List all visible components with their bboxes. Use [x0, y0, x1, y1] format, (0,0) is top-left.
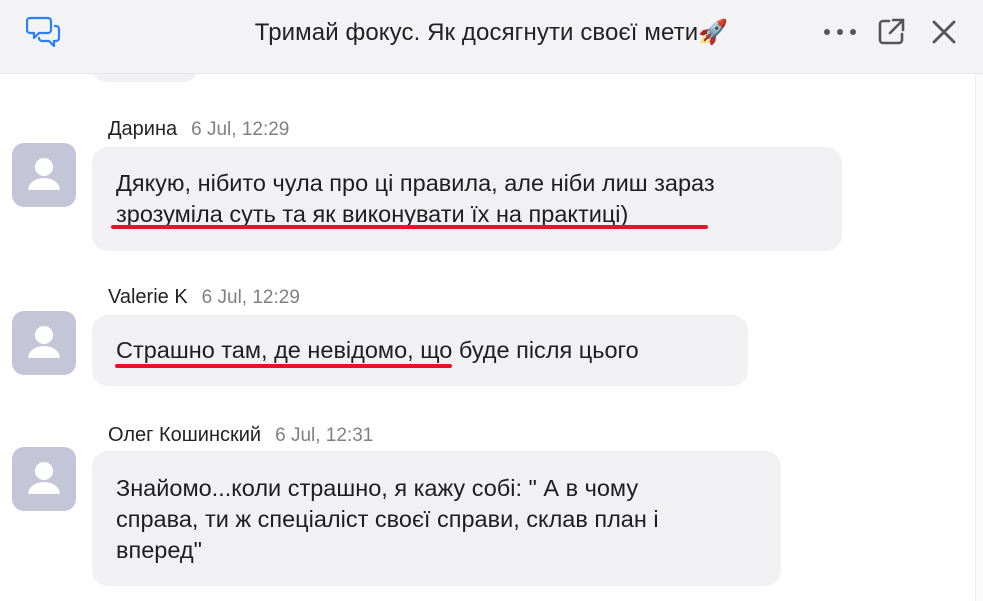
message-text-line: Дякую, нібито чула про ці правила, але н… [116, 170, 715, 196]
message-author: Valerie K [108, 286, 188, 308]
chat-title-text: Тримай фокус. Як досягнути своєї мети [254, 19, 699, 46]
message-time: 6 Jul, 12:31 [275, 425, 374, 446]
previous-message-bubble [92, 74, 198, 82]
message-author: Дарина [108, 118, 178, 140]
scrollbar[interactable] [975, 74, 983, 601]
more-icon[interactable] [822, 22, 858, 42]
message-time: 6 Jul, 12:29 [191, 119, 290, 140]
close-icon[interactable] [928, 16, 960, 48]
user-icon [28, 462, 60, 494]
avatar[interactable] [12, 143, 76, 207]
rocket-icon: 🚀 [698, 19, 729, 46]
message-list[interactable]: Дарина 6 Jul, 12:29 Дякую, нібито чула пр… [0, 74, 975, 601]
avatar[interactable] [12, 311, 76, 375]
user-icon [28, 326, 60, 358]
message-author: Олег Кошинский [108, 424, 262, 446]
message-bubble: Дякую, нібито чула про ці правила, але н… [92, 147, 842, 251]
message-time: 6 Jul, 12:29 [201, 287, 300, 308]
message-meta: Дарина 6 Jul, 12:29 [108, 118, 289, 141]
chat-header: Тримай фокус. Як досягнути своєї мети🚀 [0, 0, 983, 74]
message-meta: Valerie K 6 Jul, 12:29 [108, 286, 300, 309]
message-meta: Олег Кошинский 6 Jul, 12:31 [108, 424, 373, 447]
message-text-line: Страшно там, де невідомо, що буде після … [116, 337, 639, 363]
message-text-line: вперед" [116, 537, 202, 563]
message-bubble: Страшно там, де невідомо, що буде після … [92, 315, 748, 386]
popout-icon[interactable] [875, 16, 907, 48]
message-text-line: справа, ти ж спеціаліст своєї справи, ск… [116, 506, 659, 532]
message-bubble: Знайомо...коли страшно, я кажу собі: " А… [92, 451, 781, 586]
message-text-line: Знайомо...коли страшно, я кажу собі: " А… [116, 475, 639, 501]
highlight-underline [115, 364, 452, 368]
user-icon [28, 158, 60, 190]
highlight-underline [111, 225, 708, 229]
avatar[interactable] [12, 447, 76, 511]
